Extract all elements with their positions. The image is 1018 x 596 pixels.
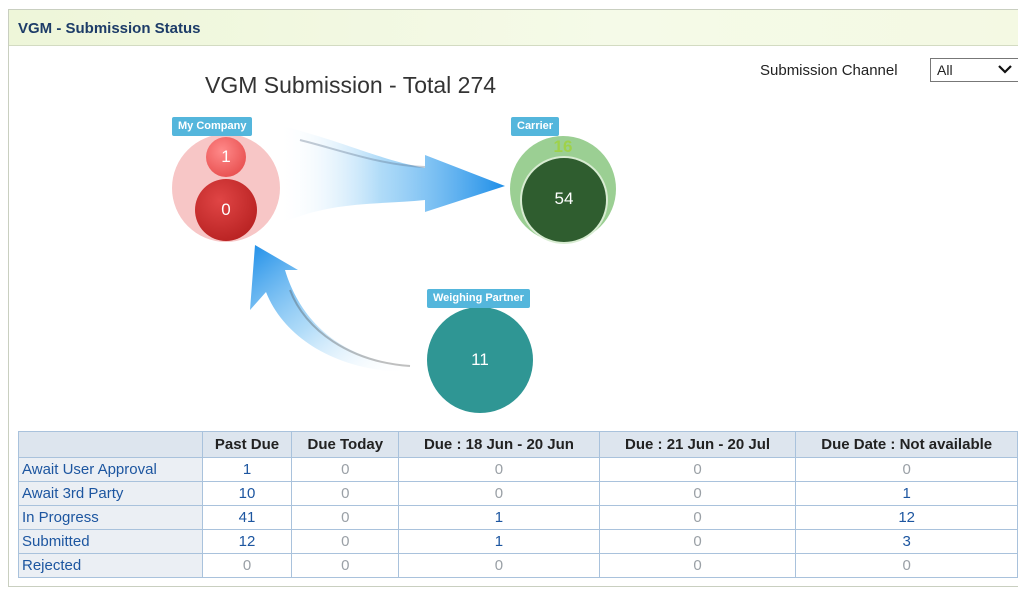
table-cell: 0 bbox=[398, 481, 600, 506]
row-label: Await User Approval bbox=[18, 457, 203, 482]
my-company-bottom-value[interactable]: 0 bbox=[221, 200, 230, 220]
table-cell: 0 bbox=[598, 457, 797, 482]
carrier-top-value[interactable]: 16 bbox=[554, 137, 573, 157]
arrow-to-carrier bbox=[278, 125, 505, 225]
table-cell: 0 bbox=[598, 481, 797, 506]
my-company-tag[interactable]: My Company bbox=[172, 117, 253, 136]
table-cell: 0 bbox=[398, 457, 600, 482]
column-header-due-18-jun: Due : 18 Jun - 20 Jun bbox=[398, 431, 600, 458]
table-cell[interactable]: 1 bbox=[795, 481, 1018, 506]
row-label: Submitted bbox=[18, 529, 203, 554]
table-cell: 0 bbox=[291, 457, 400, 482]
table-row: Submitted 12 0 1 0 3 bbox=[18, 529, 1018, 554]
table-cell[interactable]: 10 bbox=[201, 481, 293, 506]
arrow-to-my-company bbox=[250, 245, 410, 372]
table-cell: 0 bbox=[291, 529, 400, 554]
column-header-due-not-available: Due Date : Not available bbox=[795, 431, 1018, 458]
table-cell: 0 bbox=[291, 481, 400, 506]
table-cell[interactable]: 12 bbox=[795, 505, 1018, 530]
table-header-row: Past Due Due Today Due : 18 Jun - 20 Jun… bbox=[18, 431, 1018, 458]
weighing-partner-tag[interactable]: Weighing Partner bbox=[427, 289, 530, 308]
table-cell[interactable]: 1 bbox=[398, 505, 600, 530]
table-row: Await 3rd Party 10 0 0 0 1 bbox=[18, 481, 1018, 506]
submission-status-table: Past Due Due Today Due : 18 Jun - 20 Jun… bbox=[18, 431, 1018, 578]
table-cell[interactable]: 1 bbox=[201, 457, 293, 482]
column-header-past-due: Past Due bbox=[201, 431, 293, 458]
table-cell[interactable]: 1 bbox=[398, 529, 600, 554]
row-label: Rejected bbox=[18, 553, 203, 578]
table-cell: 0 bbox=[398, 553, 600, 578]
table-cell: 0 bbox=[291, 505, 400, 530]
table-cell: 0 bbox=[795, 457, 1018, 482]
table-cell: 0 bbox=[598, 505, 797, 530]
table-cell[interactable]: 3 bbox=[795, 529, 1018, 554]
table-row: Await User Approval 1 0 0 0 0 bbox=[18, 457, 1018, 482]
table-cell: 0 bbox=[291, 553, 400, 578]
row-label: In Progress bbox=[18, 505, 203, 530]
my-company-top-value[interactable]: 1 bbox=[221, 147, 230, 167]
carrier-main-value[interactable]: 54 bbox=[555, 189, 574, 209]
submission-flow-diagram bbox=[172, 125, 616, 413]
carrier-tag[interactable]: Carrier bbox=[511, 117, 560, 136]
column-header-due-21-jun: Due : 21 Jun - 20 Jul bbox=[598, 431, 797, 458]
table-cell: 0 bbox=[598, 529, 797, 554]
table-cell[interactable]: 41 bbox=[201, 505, 293, 530]
column-header bbox=[18, 431, 203, 458]
table-row: Rejected 0 0 0 0 0 bbox=[18, 553, 1018, 578]
column-header-due-today: Due Today bbox=[291, 431, 400, 458]
table-cell: 0 bbox=[795, 553, 1018, 578]
row-label: Await 3rd Party bbox=[18, 481, 203, 506]
table-row: In Progress 41 0 1 0 12 bbox=[18, 505, 1018, 530]
table-cell: 0 bbox=[201, 553, 293, 578]
weighing-partner-value[interactable]: 11 bbox=[471, 350, 489, 370]
table-cell[interactable]: 12 bbox=[201, 529, 293, 554]
table-cell: 0 bbox=[598, 553, 797, 578]
